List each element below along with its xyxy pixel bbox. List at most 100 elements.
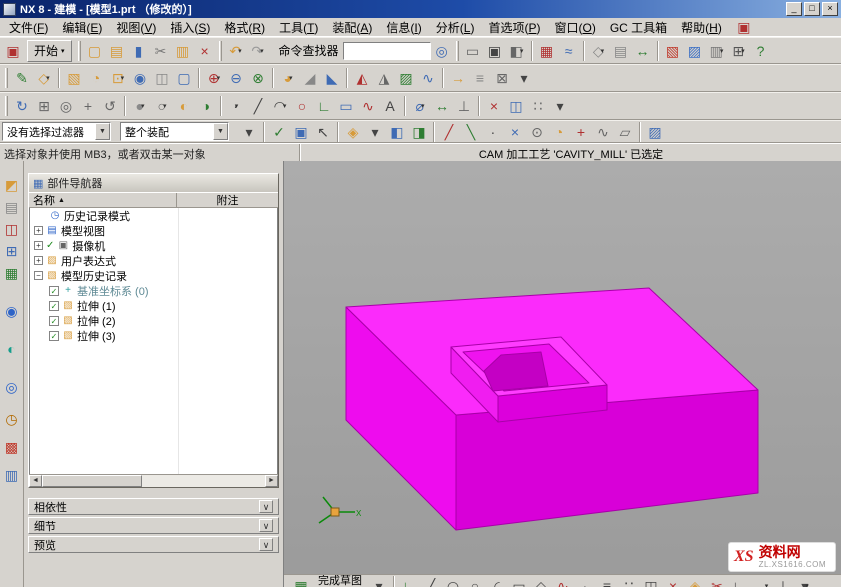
constraint-navigator-icon[interactable]: ⊞ [2,241,22,261]
extrude-icon[interactable]: ▧ [63,67,85,89]
close-button[interactable]: × [822,2,838,16]
display-mode-icon[interactable]: ◧▾ [506,40,528,62]
process-studio-icon[interactable]: ▩ [2,437,22,457]
tree-item[interactable]: ✓▧拉伸 (2) [30,313,277,328]
shell-icon[interactable]: ▢ [173,67,195,89]
tree-item[interactable]: +✓▣摄像机 [30,238,277,253]
finder-go-icon[interactable]: ◎ [431,40,453,62]
panel-section-0[interactable]: 相依性∨ [28,498,279,515]
collapse-icon[interactable]: − [34,271,43,280]
redo-icon[interactable]: ↷▾ [247,40,269,62]
snap-control-icon[interactable]: ∙ [482,121,504,143]
menu-item[interactable]: 编辑(E) [55,20,109,36]
snap-intersection-icon[interactable]: × [504,121,526,143]
triad-origin[interactable] [331,508,339,516]
3d-model[interactable] [346,288,758,530]
type-filter-icon[interactable]: ▾ [238,121,260,143]
select-all-icon[interactable]: ▣ [290,121,312,143]
measure-distance-icon[interactable]: ⌀▾ [409,95,431,117]
minimize-button[interactable]: _ [786,2,802,16]
hole-icon[interactable]: ◉ [129,67,151,89]
fillet-tool-icon[interactable]: ◜ [486,575,508,587]
pattern-curve-icon[interactable]: ∷ [527,95,549,117]
save-icon[interactable]: ▮ [128,40,150,62]
scroll-right-icon[interactable]: ► [265,475,278,487]
menu-item[interactable]: 首选项(P) [481,20,547,36]
tree-item[interactable]: ◷历史记录模式 [30,208,277,223]
chamfer-icon[interactable]: ◢ [299,67,321,89]
circle-tool-icon[interactable]: ○ [464,575,486,587]
immediate-hide-icon[interactable]: ▨ [684,40,706,62]
profile-icon[interactable]: ∟ [313,95,335,117]
feature-checkbox[interactable]: ✓ [49,301,59,311]
gc-toolbox-icon[interactable]: ▨ [644,121,666,143]
snap-mid-icon[interactable]: ╲ [460,121,482,143]
snap-point-toggle-icon[interactable]: ✓ [268,121,290,143]
part-navigator-header[interactable]: ▦ 部件导航器 [29,174,278,192]
general-select-icon[interactable]: ↖ [312,121,334,143]
horizontal-scrollbar[interactable]: ◄ ► [29,474,278,487]
snap-end-icon[interactable]: ╱ [438,121,460,143]
refresh-icon[interactable]: ↻ [11,95,33,117]
chevron-down-icon[interactable]: ▼ [213,123,228,140]
existing-curve-icon[interactable]: ◈ [684,575,706,587]
snap-existing-point-icon[interactable]: + [570,121,592,143]
inside-only-icon[interactable]: ▾ [364,121,386,143]
window-menu-icon[interactable]: ⊞▾ [728,40,750,62]
feature-more-icon[interactable]: ▾ [513,67,535,89]
revolve-icon[interactable]: ◔ [85,67,107,89]
studio-spline-icon[interactable]: ∿ [357,95,379,117]
edge-blend-icon[interactable]: ◕▾ [277,67,299,89]
column-header-name[interactable]: 名称 ▲ [29,193,177,207]
dimension-icon[interactable]: ↔ [431,95,453,117]
arc-icon[interactable]: ◠▾ [269,95,291,117]
face-analysis-icon[interactable]: ◑ [195,95,217,117]
datum-plane-icon[interactable]: ◇▾ [33,67,55,89]
block-primitive-icon[interactable]: ⊡▾ [107,67,129,89]
mdi-window-icon[interactable]: ▣ [733,16,755,38]
snap-quadrant-icon[interactable]: ◔ [548,121,570,143]
graphics-window[interactable]: X XS 资料网 ZL.XS1616.COM ▦ 完成草图 ▾∟╱◠○◜▭◇∿∙… [283,161,841,587]
text-curve-icon[interactable]: A [379,95,401,117]
title-bar[interactable]: NX 8 - 建模 - [模型1.prt （修改的）] _ □ × [0,0,841,18]
layer-settings-icon[interactable]: ▤ [610,40,632,62]
feature-checkbox[interactable]: ✓ [49,316,59,326]
scroll-left-icon[interactable]: ◄ [29,475,42,487]
menu-item[interactable]: 窗口(O) [547,20,602,36]
assembly-constraints-icon[interactable]: ▦ [536,40,558,62]
line-tool-icon[interactable]: ╱ [420,575,442,587]
chevron-down-icon[interactable]: ∨ [259,519,273,532]
make-corner-tool-icon[interactable]: ∟ [728,575,750,587]
selection-scope-dropdown[interactable]: 整个装配 ▼ [120,122,229,141]
system-scenes-icon[interactable]: ▤ [2,197,22,217]
roles-icon[interactable]: ◩ [2,175,22,195]
column-header-note[interactable]: 附注 [177,193,278,207]
tree-item[interactable]: +▤模型视图 [30,223,277,238]
mirror-tool-icon[interactable]: ◫ [640,575,662,587]
viewport-canvas[interactable] [284,161,841,587]
paste-icon[interactable]: ▥ [172,40,194,62]
intersection-point-icon[interactable]: × [662,575,684,587]
reuse-library-icon[interactable]: ◉ [2,301,22,321]
spline-tool-icon[interactable]: ∿ [552,575,574,587]
cut-icon[interactable]: ✂ [150,40,172,62]
expand-icon[interactable]: + [34,226,43,235]
start-button[interactable]: 开始 ▾ [27,40,72,62]
constraints-tool-icon[interactable]: ⊥ [772,575,794,587]
tree-item[interactable]: +▨用户表达式 [30,253,277,268]
restore-button[interactable]: □ [804,2,820,16]
touch-window-icon[interactable]: ▭ [462,40,484,62]
face-rule-icon[interactable]: ◧ [386,121,408,143]
part-navigator-icon[interactable]: ▦ [2,263,22,283]
split-body-icon[interactable]: ◮ [373,67,395,89]
fit-view-icon[interactable]: ⊞ [33,95,55,117]
rectangle-tool-icon[interactable]: ▭ [508,575,530,587]
chevron-down-icon[interactable]: ▼ [95,123,110,140]
geometric-constraint-icon[interactable]: ⊥ [453,95,475,117]
capture-icon[interactable]: ▣ [484,40,506,62]
dialog-window-icon[interactable]: ▣ [2,40,24,62]
feature-checkbox[interactable]: ✓ [49,331,59,341]
sketch-icon[interactable]: ✎ [11,67,33,89]
view-orientation-icon[interactable]: ◇▾ [588,40,610,62]
quick-trim-icon[interactable]: × [483,95,505,117]
